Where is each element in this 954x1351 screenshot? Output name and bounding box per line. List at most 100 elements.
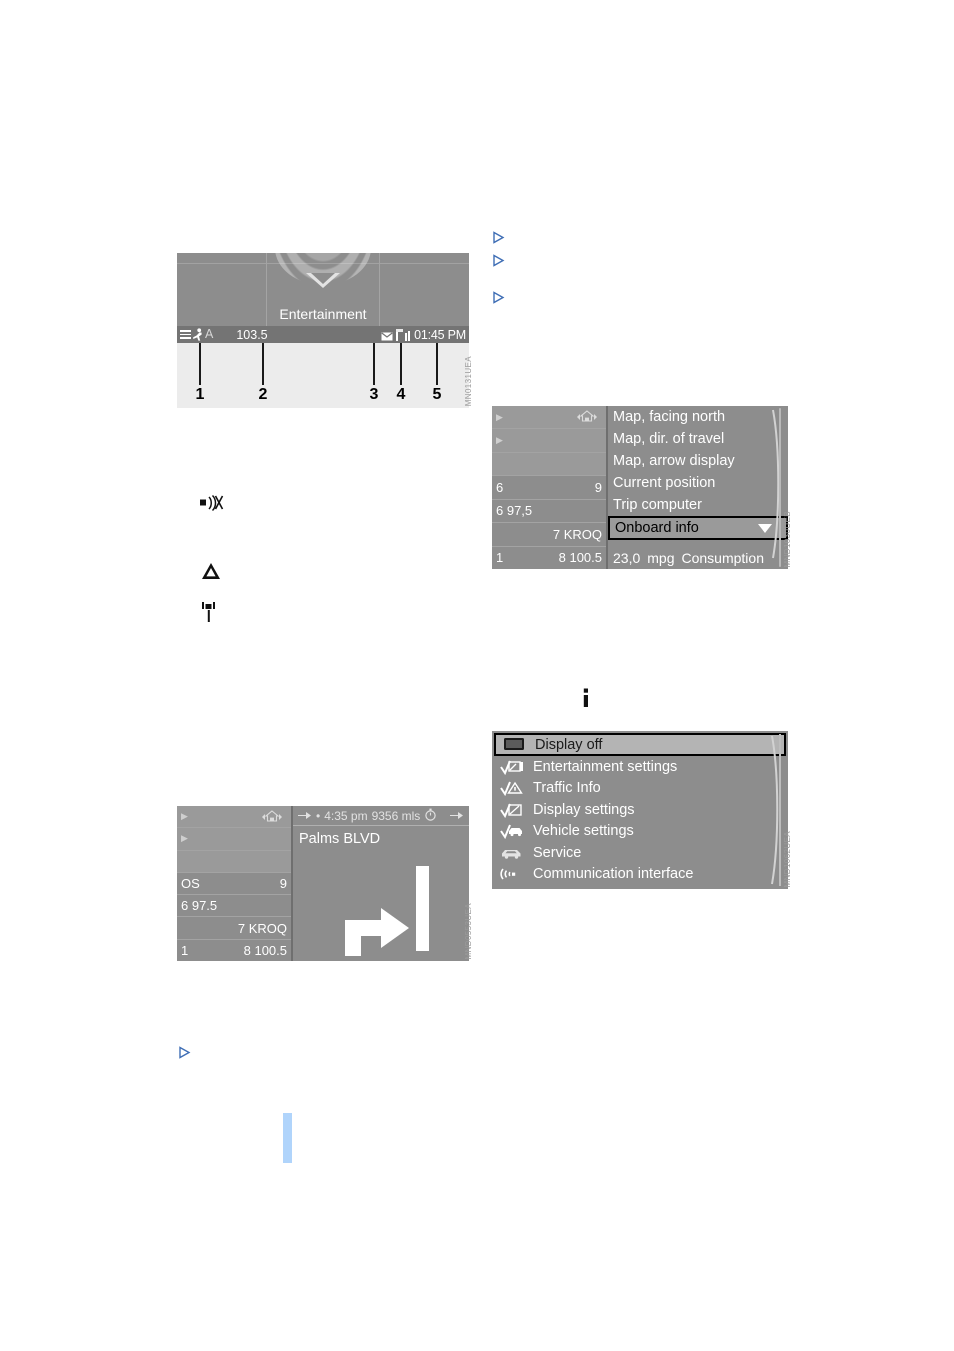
preset-row[interactable]: ▶ xyxy=(177,806,291,829)
settings-option-list: Display off Entertainment settings Traff… xyxy=(492,731,788,885)
preset-row[interactable]: ▶ xyxy=(492,429,606,453)
settings-item-entertainment-settings[interactable]: Entertainment settings xyxy=(494,756,786,778)
radio-preset-list: ▶ ▶ 6 9 6 97,5 7 KROQ 1 8 100.5 xyxy=(492,406,608,569)
scroll-track[interactable] xyxy=(779,734,781,886)
scroll-track[interactable] xyxy=(779,408,781,567)
settings-item-display-off[interactable]: Display off xyxy=(494,733,786,756)
arrival-time-label: 4:35 pm xyxy=(324,808,368,823)
tile-entertainment[interactable]: Entertainment xyxy=(267,253,380,326)
callout-group: 1 2 3 4 5 xyxy=(177,343,469,408)
warning-triangle-icon xyxy=(202,563,220,579)
figure-nav-menu: ▶ ▶ 6 9 6 97,5 7 KROQ 1 8 100.5 Map, fac… xyxy=(492,406,792,569)
envelope-icon xyxy=(381,330,393,341)
page-canvas: Entertainment A 103.5 01:45 PM 1 2 3 4 5… xyxy=(0,0,954,1351)
figure-arrow-nav: ▶ ▶ OS 9 6 97.5 7 KROQ 1 8 100.5 • 4:35 … xyxy=(177,806,473,961)
arrow-right-icon: ▶ xyxy=(496,411,503,422)
nav-item-label: Onboard info xyxy=(615,520,699,536)
settings-item-traffic-info[interactable]: Traffic Info xyxy=(494,778,786,800)
stopwatch-icon xyxy=(424,808,437,824)
preset-row[interactable]: 6 97,5 xyxy=(492,500,606,524)
street-name-label: Palms BLVD xyxy=(299,831,381,847)
arrow-nav-layout: ▶ ▶ OS 9 6 97.5 7 KROQ 1 8 100.5 • 4:35 … xyxy=(177,806,469,961)
entertainment-settings-icon xyxy=(500,760,523,775)
preset-row[interactable]: OS 9 xyxy=(177,873,291,896)
chevron-down-icon xyxy=(306,273,340,288)
nav-item-map-arrow-display[interactable]: Map, arrow display xyxy=(608,450,788,472)
consumption-unit: mpg xyxy=(647,550,675,566)
communication-interface-icon xyxy=(500,868,516,880)
hamburger-icon[interactable] xyxy=(180,330,191,339)
preset-right-label: 9 xyxy=(594,479,602,495)
home-position-icon xyxy=(259,809,285,824)
tile-label-entertainment: Entertainment xyxy=(279,306,367,322)
turn-arrow-graphic xyxy=(293,858,469,961)
speaker-muted-icon xyxy=(200,494,224,512)
tile-divider xyxy=(267,263,379,264)
callout-line-4 xyxy=(400,343,402,385)
triangle-bullet-icon xyxy=(179,1046,191,1059)
triangle-bullet-icon xyxy=(493,254,505,267)
arrow-right-icon: ▶ xyxy=(181,833,188,844)
scrollbar[interactable] xyxy=(770,734,784,886)
arrow-right-icon: ▶ xyxy=(496,435,503,446)
settings-item-vehicle-settings[interactable]: Vehicle settings xyxy=(494,821,786,843)
nav-menu-layout: ▶ ▶ 6 9 6 97,5 7 KROQ 1 8 100.5 Map, fac… xyxy=(492,406,788,569)
consumption-value: 23,0 xyxy=(613,550,641,566)
preset-row[interactable]: 6 9 xyxy=(492,476,606,500)
tile-left[interactable] xyxy=(177,253,268,326)
figure-settings-menu: Display off Entertainment settings Traff… xyxy=(492,731,792,889)
preset-row[interactable]: 1 8 100.5 xyxy=(492,547,606,569)
scroll-bow-icon xyxy=(772,409,780,559)
tile-right[interactable] xyxy=(379,253,469,326)
preset-row[interactable]: 7 KROQ xyxy=(492,523,606,547)
callout-number-2: 2 xyxy=(258,386,268,403)
clock-label: 01:45 PM xyxy=(414,327,466,342)
settings-item-label: Service xyxy=(533,844,582,861)
preset-row[interactable] xyxy=(492,452,606,477)
status-bar: A 103.5 01:45 PM xyxy=(177,326,469,343)
arrow-right-icon: ▶ xyxy=(181,811,188,822)
chevron-down-icon xyxy=(758,523,772,533)
tile-row: Entertainment xyxy=(177,253,469,326)
signal-bars-icon xyxy=(396,328,411,341)
figure-status-bar: Entertainment A 103.5 01:45 PM 1 2 3 4 5… xyxy=(177,253,473,408)
settings-item-service[interactable]: Service xyxy=(494,842,786,864)
radio-preset-list: ▶ ▶ OS 9 6 97.5 7 KROQ 1 8 100.5 xyxy=(177,806,293,961)
preset-right-label: 8 100.5 xyxy=(243,942,287,958)
route-arrow-icon xyxy=(298,809,312,823)
nav-item-current-position[interactable]: Current position xyxy=(608,472,788,494)
preset-left-label: 6 xyxy=(496,479,504,495)
settings-item-label: Display off xyxy=(535,736,603,753)
preset-right-label: 8 100.5 xyxy=(558,550,602,566)
settings-item-communication-interface[interactable]: Communication interface xyxy=(494,864,786,886)
nav-item-trip-computer[interactable]: Trip computer xyxy=(608,494,788,516)
triangle-bullet-icon xyxy=(493,291,505,304)
preset-left-label: OS xyxy=(181,875,200,891)
settings-item-label: Traffic Info xyxy=(533,780,601,797)
consumption-label: Consumption xyxy=(681,550,764,566)
settings-item-display-settings[interactable]: Display settings xyxy=(494,799,786,821)
change-marker-bar xyxy=(283,1113,292,1163)
callout-line-2 xyxy=(262,343,264,385)
preset-right-label: 7 KROQ xyxy=(237,920,287,936)
nav-item-map-dir-of-travel[interactable]: Map, dir. of travel xyxy=(608,428,788,450)
bullet-dot-icon: • xyxy=(316,808,321,823)
display-off-icon xyxy=(504,737,524,750)
preset-row[interactable]: 7 KROQ xyxy=(177,917,291,940)
status-bar-right-group: 01:45 PM xyxy=(381,328,466,342)
status-bar-left-group: A 103.5 xyxy=(180,328,268,342)
nav-item-onboard-info-selected[interactable]: Onboard info xyxy=(608,516,788,540)
preset-left-label: 1 xyxy=(496,550,504,566)
preset-row[interactable]: ▶ xyxy=(177,828,291,851)
preset-row[interactable] xyxy=(177,850,291,873)
guidance-status-row: • 4:35 pm 9356 mls xyxy=(293,806,469,826)
triangle-bullet-icon xyxy=(493,231,505,244)
callout-number-5: 5 xyxy=(432,386,442,403)
tile-divider xyxy=(177,263,267,264)
preset-row[interactable]: 6 97.5 xyxy=(177,895,291,918)
nav-item-map-facing-north[interactable]: Map, facing north xyxy=(608,406,788,428)
preset-row[interactable]: ▶ xyxy=(492,406,606,430)
preset-row[interactable]: 1 8 100.5 xyxy=(177,940,291,961)
home-position-icon xyxy=(574,410,600,424)
road-bar xyxy=(416,866,429,951)
